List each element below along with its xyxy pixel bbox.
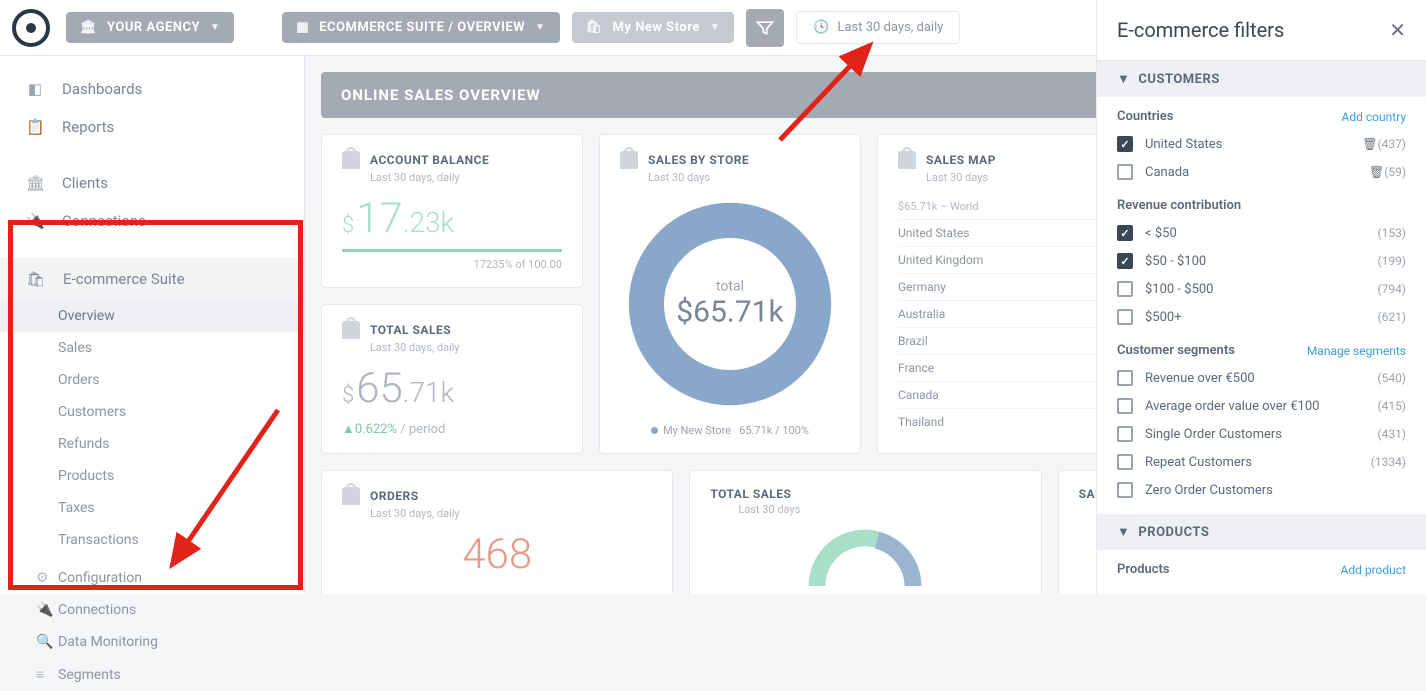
sidebar-item-taxes[interactable]: Taxes xyxy=(0,492,304,524)
sidebar-item-transactions[interactable]: Transactions xyxy=(0,524,304,556)
card-total-sales: TOTAL SALES Last 30 days, daily $65.71k … xyxy=(321,304,583,454)
manage-segments-link[interactable]: Manage segments xyxy=(1307,344,1406,358)
plug-icon: 🔌 xyxy=(26,212,44,230)
clock-icon: 🕓 xyxy=(813,20,829,35)
card-account-balance: ACCOUNT BALANCE Last 30 days, daily $17.… xyxy=(321,134,583,288)
caret-down-icon: ▼ xyxy=(210,22,220,33)
checkbox[interactable] xyxy=(1117,370,1133,386)
products-label: Products xyxy=(1117,562,1170,577)
revenue-label: Revenue contribution xyxy=(1117,198,1241,213)
bag-icon xyxy=(342,321,360,339)
filter-row[interactable]: $50 - $100(199) xyxy=(1097,247,1426,275)
donut-chart: total$65.71k xyxy=(620,194,840,414)
app-logo[interactable] xyxy=(12,9,50,47)
filter-row[interactable]: Average order value over €100(415) xyxy=(1097,392,1426,420)
segments-label: Customer segments xyxy=(1117,343,1235,358)
filter-row[interactable]: $500+(621) xyxy=(1097,303,1426,331)
filter-row[interactable]: Revenue over €500(540) xyxy=(1097,364,1426,392)
nav-group-ecommerce[interactable]: 🛍E-commerce Suite xyxy=(0,258,304,300)
filter-row[interactable]: Repeat Customers(1334) xyxy=(1097,448,1426,476)
breadcrumb-selector[interactable]: ▦ECOMMERCE SUITE / OVERVIEW▼ xyxy=(282,12,559,43)
trash-icon[interactable]: 🗑 xyxy=(1362,137,1377,151)
filter-row[interactable]: < $50(153) xyxy=(1097,219,1426,247)
caret-down-icon: ▼ xyxy=(710,22,720,33)
countries-label: Countries xyxy=(1117,109,1173,124)
trash-icon[interactable]: 🗑 xyxy=(1369,165,1384,179)
add-product-link[interactable]: Add product xyxy=(1341,563,1406,577)
checkbox[interactable] xyxy=(1117,164,1133,180)
card-orders: ORDERS Last 30 days, daily 468 xyxy=(321,470,673,594)
sidebar-item-customers[interactable]: Customers xyxy=(0,396,304,428)
filter-row[interactable]: Canada🗑(59) xyxy=(1097,158,1426,186)
checkbox[interactable] xyxy=(1117,136,1133,152)
filter-row[interactable]: Zero Order Customers xyxy=(1097,476,1426,504)
caret-down-icon: ▼ xyxy=(1117,524,1130,540)
checkbox[interactable] xyxy=(1117,398,1133,414)
sidebar-item-sales[interactable]: Sales xyxy=(0,332,304,364)
sidebar-item-data-monitoring[interactable]: 🔍Data Monitoring xyxy=(0,626,304,658)
card-sales-by-store: SALES BY STORE Last 30 days total$65.71k… xyxy=(599,134,861,454)
grid-icon: ▦ xyxy=(296,20,309,35)
filter-button[interactable] xyxy=(746,9,784,47)
sidebar: ◧Dashboards 📋Reports 🏛Clients 🔌Connectio… xyxy=(0,56,305,594)
sidebar-item-refunds[interactable]: Refunds xyxy=(0,428,304,460)
checkbox[interactable] xyxy=(1117,225,1133,241)
checkbox[interactable] xyxy=(1117,309,1133,325)
bag-icon xyxy=(898,151,916,169)
nav-dashboards[interactable]: ◧Dashboards xyxy=(0,70,304,108)
nav-clients[interactable]: 🏛Clients xyxy=(0,164,304,202)
caret-down-icon: ▼ xyxy=(1117,71,1130,87)
caret-down-icon: ▼ xyxy=(535,22,545,33)
sidebar-item-connections[interactable]: 🔌Connections xyxy=(0,594,304,626)
filter-icon xyxy=(755,18,775,38)
checkbox[interactable] xyxy=(1117,454,1133,470)
panel-title: E-commerce filters xyxy=(1117,18,1284,42)
nav-reports[interactable]: 📋Reports xyxy=(0,108,304,146)
card-total-sales-2: TOTAL SALES Last 30 days xyxy=(689,470,1041,594)
checkbox[interactable] xyxy=(1117,281,1133,297)
checkbox[interactable] xyxy=(1117,482,1133,498)
filters-panel: E-commerce filters ✕ ▼CUSTOMERS Countries… xyxy=(1096,0,1426,594)
bag-icon xyxy=(342,487,360,505)
sidebar-item-orders[interactable]: Orders xyxy=(0,364,304,396)
bank-icon: 🏛 xyxy=(26,174,44,192)
dashboard-icon: ◧ xyxy=(26,80,44,98)
sidebar-item-configuration[interactable]: ⚙Configuration xyxy=(0,562,304,594)
filter-row[interactable]: $100 - $500(794) xyxy=(1097,275,1426,303)
clipboard-icon: 📋 xyxy=(26,118,44,136)
section-customers[interactable]: ▼CUSTOMERS xyxy=(1097,61,1426,97)
sidebar-item-overview[interactable]: Overview xyxy=(0,300,304,332)
add-country-link[interactable]: Add country xyxy=(1342,110,1406,124)
close-button[interactable]: ✕ xyxy=(1389,18,1406,42)
bag-icon xyxy=(620,151,638,169)
bag-icon: 🛍 xyxy=(586,20,603,35)
agency-selector[interactable]: 🏛YOUR AGENCY▼ xyxy=(66,12,234,43)
filter-row[interactable]: United States🗑(437) xyxy=(1097,130,1426,158)
nav-connections[interactable]: 🔌Connections xyxy=(0,202,304,240)
store-selector[interactable]: 🛍My New Store▼ xyxy=(572,12,735,43)
filter-row[interactable]: Single Order Customers(431) xyxy=(1097,420,1426,448)
sidebar-item-segments[interactable]: ≡Segments xyxy=(0,658,304,691)
checkbox[interactable] xyxy=(1117,426,1133,442)
date-range-selector[interactable]: 🕓Last 30 days, daily xyxy=(796,11,960,44)
checkbox[interactable] xyxy=(1117,253,1133,269)
sidebar-item-products[interactable]: Products xyxy=(0,460,304,492)
bank-icon: 🏛 xyxy=(80,20,97,35)
bag-icon: 🛍 xyxy=(26,270,45,288)
section-products[interactable]: ▼PRODUCTS xyxy=(1097,514,1426,550)
bag-icon xyxy=(342,151,360,169)
